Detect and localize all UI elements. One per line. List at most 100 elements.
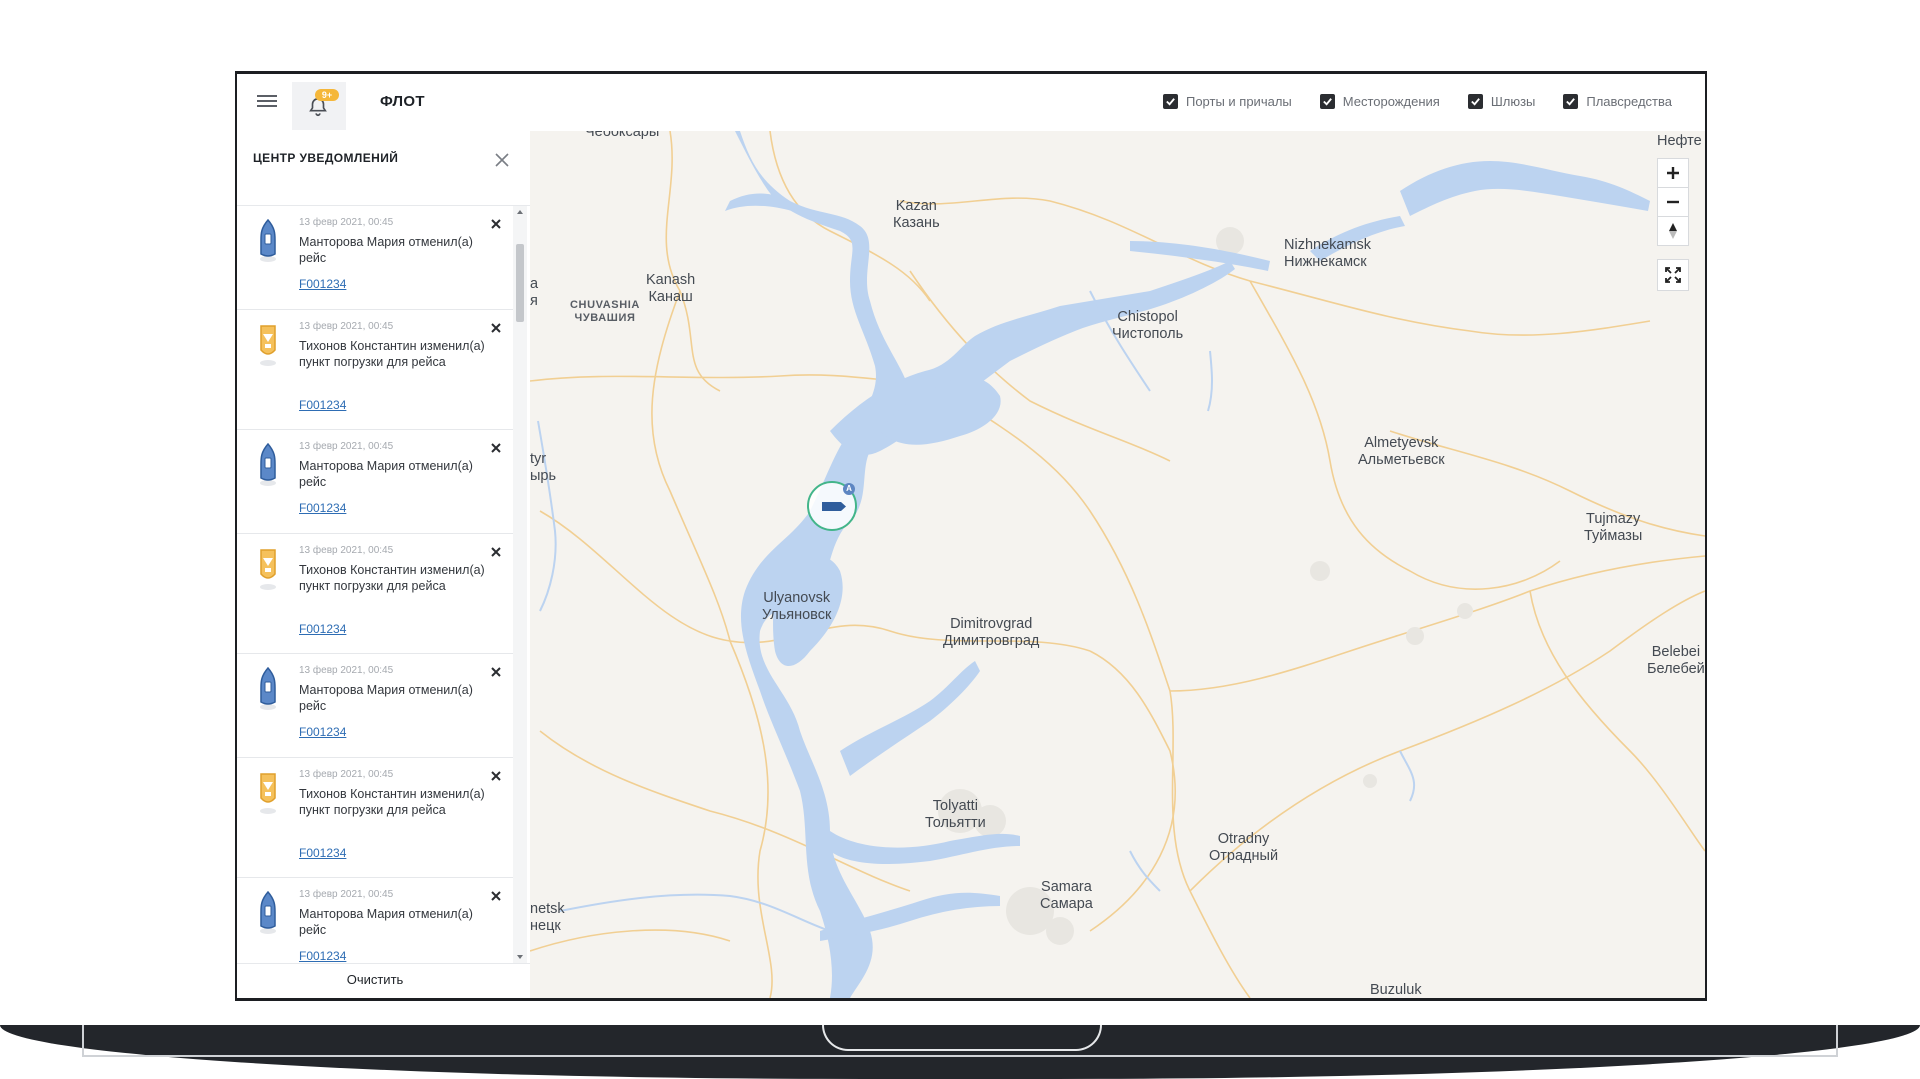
map-label-chuvashia: CHUVASHIA ЧУВАШИЯ — [570, 299, 640, 324]
orange-ship-icon — [260, 773, 276, 814]
notification-item: 13 февр 2021, 00:45 Тихонов Константин и… — [237, 758, 513, 878]
blue-ship-icon — [260, 666, 276, 710]
screen-bottom-bezel — [235, 998, 1707, 1001]
notification-text: Тихонов Константин изменил(а) пункт погр… — [299, 787, 485, 817]
close-icon[interactable] — [494, 152, 510, 168]
notification-text: Манторова Мария отменил(а) рейс — [299, 459, 473, 489]
map-label-edge: tyr ырь — [530, 451, 557, 484]
filter-vessels[interactable]: Плавсредства — [1563, 94, 1672, 109]
notification-count-badge: 9+ — [315, 89, 339, 101]
laptop-base-tick — [82, 1025, 84, 1057]
map-label-samara: Samara Самара — [1040, 879, 1093, 912]
scroll-up-icon[interactable] — [517, 210, 523, 214]
laptop-base-line — [82, 1055, 1838, 1057]
notification-text: Манторова Мария отменил(а) рейс — [299, 683, 473, 713]
vessel-marker[interactable]: A — [807, 481, 857, 531]
fullscreen-button[interactable] — [1657, 259, 1689, 291]
voyage-link[interactable]: F001234 — [299, 725, 346, 739]
map-label-kazan: Kazan Казань — [893, 198, 940, 231]
clear-bar: Очистить — [237, 963, 530, 998]
notification-item: 13 февр 2021, 00:45 Манторова Мария отме… — [237, 430, 513, 534]
map-label-ulyanovsk: Ulyanovsk Ульяновск — [762, 590, 832, 623]
map-label-nizhnekamsk: Nizhnekamsk Нижнекамск — [1284, 237, 1372, 270]
app-window: 9+ ФЛОТ Порты и причалы Месторождения Шл… — [237, 74, 1705, 998]
map-label-otradny: Otradny Отрадный — [1209, 831, 1279, 864]
checkbox-checked-icon[interactable] — [1467, 94, 1483, 109]
voyage-link[interactable]: F001234 — [299, 277, 346, 291]
notification-time: 13 февр 2021, 00:45 — [299, 321, 394, 332]
layer-filters: Порты и причалы Месторождения Шлюзы Плав… — [1162, 94, 1672, 109]
notification-time: 13 февр 2021, 00:45 — [299, 217, 394, 228]
plus-icon — [1667, 167, 1679, 179]
notification-text: Манторова Мария отменил(а) рейс — [299, 907, 473, 937]
dismiss-icon[interactable] — [490, 666, 502, 678]
voyage-link[interactable]: F001234 — [299, 949, 346, 963]
map-view[interactable]: Чебоксары Kazan Казань Kanash Канаш CHUV… — [530, 131, 1705, 998]
laptop-base-tick — [1836, 1025, 1838, 1057]
zoom-controls — [1657, 158, 1689, 246]
vessel-marker-badge: A — [843, 483, 855, 495]
filter-locks[interactable]: Шлюзы — [1467, 94, 1536, 109]
notification-time: 13 февр 2021, 00:45 — [299, 441, 394, 452]
filter-ports[interactable]: Порты и причалы — [1162, 94, 1292, 109]
map-label-dimitrovgrad: Dimitrovgrad Димитровград — [943, 616, 1040, 649]
notification-center: ЦЕНТР УВЕДОМЛЕНИЙ 13 февр 2021, 00:45 Ма… — [237, 131, 531, 998]
dismiss-icon[interactable] — [490, 218, 502, 230]
notification-text: Тихонов Константин изменил(а) пункт погр… — [299, 339, 485, 369]
dismiss-icon[interactable] — [490, 322, 502, 334]
notification-scrollbar[interactable] — [513, 206, 527, 963]
menu-icon[interactable] — [257, 92, 277, 112]
page-title: ФЛОТ — [380, 93, 425, 110]
notification-time: 13 февр 2021, 00:45 — [299, 769, 394, 780]
map-label-kanash: Kanash Канаш — [646, 272, 696, 305]
dismiss-icon[interactable] — [490, 770, 502, 782]
voyage-link[interactable]: F001234 — [299, 846, 346, 860]
notification-item: 13 февр 2021, 00:45 Манторова Мария отме… — [237, 654, 513, 758]
blue-ship-icon — [260, 218, 276, 262]
notification-center-header: ЦЕНТР УВЕДОМЛЕНИЙ — [237, 131, 530, 206]
notification-center-title: ЦЕНТР УВЕДОМЛЕНИЙ — [253, 151, 399, 165]
notification-item: 13 февр 2021, 00:45 Манторова Мария отме… — [237, 206, 513, 310]
orange-ship-icon — [260, 325, 276, 366]
zoom-in-button[interactable] — [1657, 158, 1689, 188]
notification-text: Манторова Мария отменил(а) рейс — [299, 235, 473, 265]
notification-time: 13 февр 2021, 00:45 — [299, 889, 394, 900]
fullscreen-icon — [1665, 267, 1681, 283]
notification-item: 13 февр 2021, 00:45 Манторова Мария отме… — [237, 878, 513, 963]
checkbox-checked-icon[interactable] — [1563, 94, 1579, 109]
clear-button[interactable]: Очистить — [237, 972, 513, 987]
notification-text: Тихонов Константин изменил(а) пункт погр… — [299, 563, 485, 593]
dismiss-icon[interactable] — [490, 546, 502, 558]
map-label-neftekamsk: Нефте — [1657, 133, 1702, 149]
scroll-thumb[interactable] — [516, 244, 524, 322]
checkbox-checked-icon[interactable] — [1319, 94, 1335, 109]
voyage-link[interactable]: F001234 — [299, 501, 346, 515]
map-label-edge: netsk нецк — [530, 901, 565, 934]
map-label-cheboksary: Чебоксары — [585, 131, 660, 140]
notification-time: 13 февр 2021, 00:45 — [299, 545, 394, 556]
notification-item: 13 февр 2021, 00:45 Тихонов Константин и… — [237, 310, 513, 430]
map-label-edge: a я — [530, 276, 539, 309]
screen-right-bezel — [1705, 72, 1707, 1000]
map-label-tolyatti: Tolyatti Тольятти — [925, 798, 986, 831]
zoom-out-button[interactable] — [1657, 188, 1689, 217]
dismiss-icon[interactable] — [490, 890, 502, 902]
vessel-icon — [822, 502, 846, 511]
voyage-link[interactable]: F001234 — [299, 622, 346, 636]
notification-item: 13 февр 2021, 00:45 Тихонов Константин и… — [237, 534, 513, 654]
reset-north-button[interactable] — [1657, 217, 1689, 246]
map-label-buzuluk: Buzuluk — [1370, 982, 1422, 998]
notification-time: 13 февр 2021, 00:45 — [299, 665, 394, 676]
dismiss-icon[interactable] — [490, 442, 502, 454]
filter-fields[interactable]: Месторождения — [1319, 94, 1440, 109]
compass-icon — [1669, 223, 1677, 239]
notifications-button[interactable]: 9+ — [292, 82, 346, 130]
scroll-down-icon[interactable] — [517, 955, 523, 959]
blue-ship-icon — [260, 442, 276, 486]
orange-ship-icon — [260, 549, 276, 590]
map-label-almetyevsk: Almetyevsk Альметьевск — [1358, 435, 1445, 468]
checkbox-checked-icon[interactable] — [1162, 94, 1178, 109]
map-canvas[interactable] — [530, 131, 1705, 998]
filter-label: Шлюзы — [1490, 94, 1536, 109]
voyage-link[interactable]: F001234 — [299, 398, 346, 412]
